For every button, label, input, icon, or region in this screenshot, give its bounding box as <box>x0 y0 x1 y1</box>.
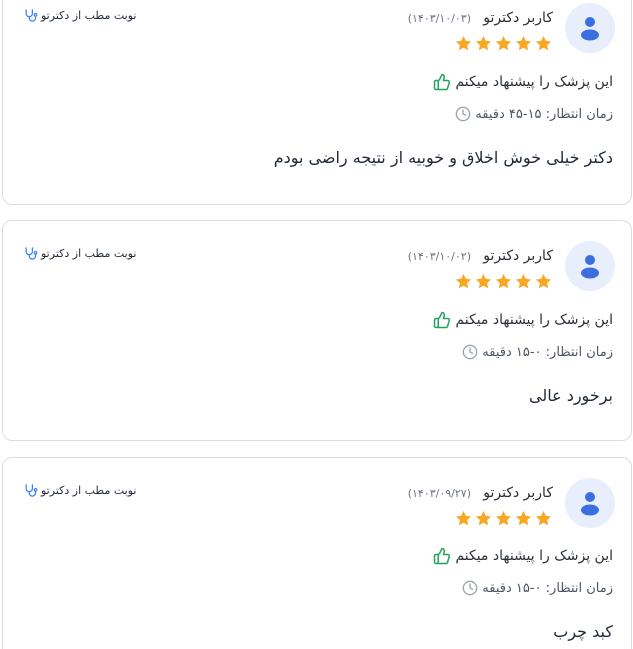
star-icon <box>535 510 552 526</box>
booking-label: نوبت مطب از دکترتو <box>41 247 137 260</box>
stethoscope-icon <box>23 8 38 23</box>
review-comment: دکتر خیلی خوش اخلاق و خوبیه از نتیجه راض… <box>273 148 613 167</box>
stethoscope-icon <box>23 246 38 261</box>
star-icon <box>535 273 552 289</box>
thumbs-up-icon <box>433 311 451 329</box>
recommend-label: این پزشک را پیشنهاد میکنم <box>455 74 613 90</box>
star-icon <box>515 35 532 51</box>
star-icon <box>455 35 472 51</box>
booking-label: نوبت مطب از دکترتو <box>41 484 137 497</box>
avatar <box>565 241 615 291</box>
star-icon <box>535 35 552 51</box>
star-icon <box>455 273 472 289</box>
star-icon <box>475 35 492 51</box>
reviewer-name: کاربر دکترتو <box>483 485 553 501</box>
star-icon <box>475 273 492 289</box>
review-card: کاربر دکترتو (۱۴۰۳/۰۹/۲۷) نوبت مطب از دک… <box>2 457 632 649</box>
wait-time: زمان انتظار: ۰-۱۵ دقیقه <box>462 344 613 360</box>
star-icon <box>515 510 532 526</box>
clock-icon <box>455 106 471 122</box>
star-icon <box>495 510 512 526</box>
booking-label: نوبت مطب از دکترتو <box>41 9 137 22</box>
wait-time-label: زمان انتظار: ۱۵-۴۵ دقیقه <box>475 106 613 122</box>
wait-time-label: زمان انتظار: ۰-۱۵ دقیقه <box>482 580 613 596</box>
recommend-label: این پزشک را پیشنهاد میکنم <box>455 312 613 328</box>
avatar <box>565 478 615 528</box>
star-icon <box>455 510 472 526</box>
rating-stars <box>454 272 553 291</box>
recommend-label: این پزشک را پیشنهاد میکنم <box>455 548 613 564</box>
review-date: (۱۴۰۳/۰۹/۲۷) <box>407 487 471 500</box>
reviewer-name: کاربر دکترتو <box>483 10 553 26</box>
wait-time: زمان انتظار: ۱۵-۴۵ دقیقه <box>455 106 613 122</box>
recommend-line: این پزشک را پیشنهاد میکنم <box>433 73 613 91</box>
reviews-list: کاربر دکترتو (۱۴۰۳/۱۰/۰۳) نوبت مطب از دک… <box>0 0 633 649</box>
recommend-line: این پزشک را پیشنهاد میکنم <box>433 311 613 329</box>
star-icon <box>495 273 512 289</box>
booking-source: نوبت مطب از دکترتو <box>23 8 136 23</box>
booking-source: نوبت مطب از دکترتو <box>23 246 136 261</box>
review-date: (۱۴۰۳/۱۰/۰۲) <box>407 250 471 263</box>
avatar <box>565 3 615 53</box>
review-date: (۱۴۰۳/۱۰/۰۳) <box>407 12 471 25</box>
reviewer-name: کاربر دکترتو <box>483 248 553 264</box>
booking-source: نوبت مطب از دکترتو <box>23 483 136 498</box>
recommend-line: این پزشک را پیشنهاد میکنم <box>433 547 613 565</box>
rating-stars <box>454 509 553 528</box>
thumbs-up-icon <box>433 73 451 91</box>
review-comment: برخورد عالی <box>528 386 613 405</box>
star-icon <box>475 510 492 526</box>
thumbs-up-icon <box>433 547 451 565</box>
wait-time: زمان انتظار: ۰-۱۵ دقیقه <box>462 580 613 596</box>
stethoscope-icon <box>23 483 38 498</box>
review-comment: کبد چرب <box>553 622 613 641</box>
wait-time-label: زمان انتظار: ۰-۱۵ دقیقه <box>482 344 613 360</box>
star-icon <box>515 273 532 289</box>
star-icon <box>495 35 512 51</box>
clock-icon <box>462 580 478 596</box>
clock-icon <box>462 344 478 360</box>
review-card: کاربر دکترتو (۱۴۰۳/۱۰/۰۳) نوبت مطب از دک… <box>2 0 632 205</box>
review-card: کاربر دکترتو (۱۴۰۳/۱۰/۰۲) نوبت مطب از دک… <box>2 220 632 441</box>
rating-stars <box>454 34 553 53</box>
